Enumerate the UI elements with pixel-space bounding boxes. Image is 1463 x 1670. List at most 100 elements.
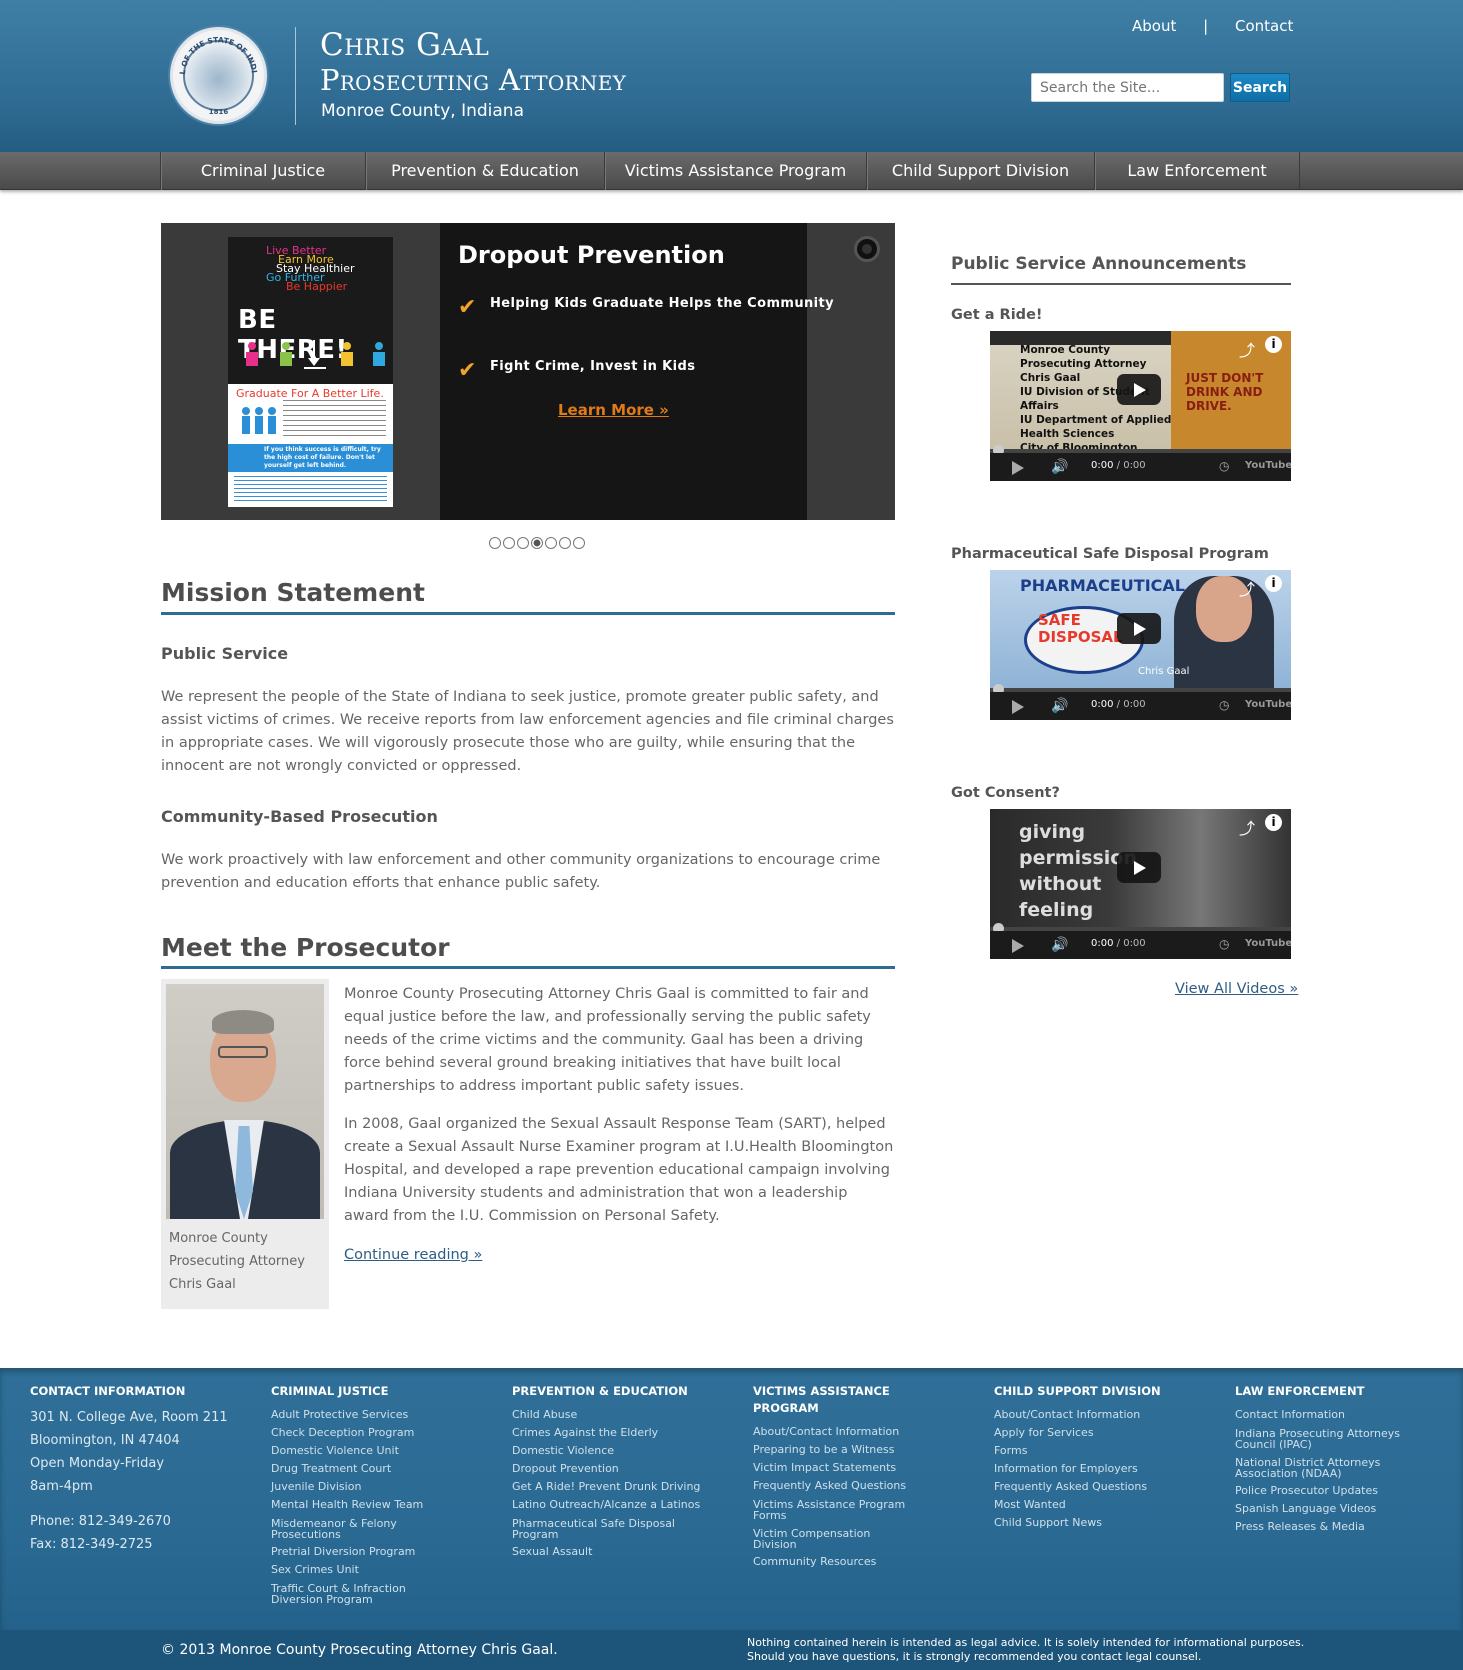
slider-dot[interactable] <box>503 537 515 549</box>
footer-link[interactable]: Latino Outreach/Alcanze a Latinos <box>512 1496 702 1514</box>
play-button-icon[interactable] <box>1117 374 1161 405</box>
play-button-icon[interactable] <box>1117 852 1161 883</box>
footer-column: Law Enforcement Contact Information Indian… <box>1235 1383 1415 1536</box>
footer-link[interactable]: Most Wanted <box>994 1496 1184 1514</box>
slider-dot[interactable] <box>545 537 557 549</box>
footer-link[interactable]: Domestic Violence <box>512 1442 702 1460</box>
slider-dot[interactable] <box>489 537 501 549</box>
footer-link[interactable]: Adult Protective Services <box>271 1406 461 1424</box>
footer-link[interactable]: Crimes Against the Elderly <box>512 1424 702 1442</box>
slider-dot[interactable] <box>573 537 585 549</box>
prosecutor-photo-caption: Monroe County Prosecuting Attorney Chris… <box>169 1231 305 1292</box>
footer-link[interactable]: Juvenile Division <box>271 1478 461 1496</box>
svg-text:1816: 1816 <box>209 108 229 116</box>
footer-link[interactable]: Get A Ride! Prevent Drunk Driving <box>512 1478 702 1496</box>
footer-link[interactable]: Spanish Language Videos <box>1235 1500 1415 1518</box>
nav-item-prevention-education[interactable]: Prevention & Education <box>366 152 605 190</box>
about-link[interactable]: About <box>1132 17 1176 35</box>
footer-link[interactable]: Forms <box>994 1442 1184 1460</box>
featured-slider: Live Better Earn More Stay Healthier Go … <box>161 223 895 520</box>
watch-later-icon[interactable]: ◷ <box>1219 698 1229 712</box>
slide-poster-image[interactable]: Live Better Earn More Stay Healthier Go … <box>228 237 393 507</box>
site-title-name[interactable]: Chris Gaal <box>320 28 489 62</box>
slider-pause-icon[interactable] <box>854 236 880 262</box>
video-player[interactable]: PHARMACEUTICAL SAFE DISPOSAL Chris Gaal … <box>990 570 1291 720</box>
search-input[interactable] <box>1031 73 1224 102</box>
footer-link[interactable]: Victim Impact Statements <box>753 1459 913 1477</box>
footer-link[interactable]: Apply for Services <box>994 1424 1184 1442</box>
contact-link[interactable]: Contact <box>1235 17 1293 35</box>
footer-link[interactable]: Frequently Asked Questions <box>753 1477 913 1495</box>
footer-link[interactable]: Police Prosecutor Updates <box>1235 1482 1415 1500</box>
info-icon[interactable]: i <box>1265 575 1282 592</box>
share-icon[interactable]: ⤴ <box>1239 815 1255 839</box>
watch-later-icon[interactable]: ◷ <box>1219 937 1229 951</box>
footer-link[interactable]: Mental Health Review Team <box>271 1496 461 1514</box>
volume-icon[interactable]: 🔊 <box>1051 459 1068 475</box>
nav-item-law-enforcement[interactable]: Law Enforcement <box>1095 152 1300 190</box>
footer-link[interactable]: Pharmaceutical Safe Disposal Program <box>512 1514 702 1543</box>
footer-column: Criminal Justice Adult Protective Service… <box>271 1383 461 1608</box>
youtube-logo[interactable]: YouTube <box>1245 460 1291 471</box>
footer-link[interactable]: Domestic Violence Unit <box>271 1442 461 1460</box>
footer-link[interactable]: Indiana Prosecuting Attorneys Council (I… <box>1235 1424 1415 1453</box>
state-seal-logo[interactable]: SEAL OF THE STATE OF INDIANA 1816 <box>170 27 267 124</box>
footer-link[interactable]: Child Abuse <box>512 1406 702 1424</box>
footer-link[interactable]: Misdemeanor & Felony Prosecutions <box>271 1514 461 1543</box>
youtube-logo[interactable]: YouTube <box>1245 938 1291 949</box>
control-play-icon[interactable] <box>1012 939 1024 953</box>
volume-icon[interactable]: 🔊 <box>1051 698 1068 714</box>
footer-bottom-bar: © 2013 Monroe County Prosecuting Attorne… <box>0 1630 1463 1670</box>
footer-link[interactable]: Information for Employers <box>994 1460 1184 1478</box>
nav-item-child-support[interactable]: Child Support Division <box>867 152 1095 190</box>
prosecutor-bio-2: In 2008, Gaal organized the Sexual Assau… <box>344 1116 894 1224</box>
video-player[interactable]: giving permission without feeling ⤴ i 🔊 … <box>990 809 1291 959</box>
site-title-office[interactable]: Prosecuting Attorney <box>320 63 626 97</box>
footer-link[interactable]: Victims Assistance Program Forms <box>753 1495 913 1524</box>
prosecutor-bio-1: Monroe County Prosecuting Attorney Chris… <box>344 986 871 1094</box>
footer-link[interactable]: About/Contact Information <box>994 1406 1184 1424</box>
slider-dot[interactable] <box>531 537 543 549</box>
footer-link[interactable]: Contact Information <box>1235 1406 1415 1424</box>
footer-hours: Open Monday-Friday 8am-4pm <box>30 1456 165 1494</box>
share-icon[interactable]: ⤴ <box>1239 337 1255 361</box>
poster-graduates-graphic <box>242 407 276 434</box>
footer-link[interactable]: Sex Crimes Unit <box>271 1561 461 1579</box>
footer-link[interactable]: Check Deception Program <box>271 1424 461 1442</box>
control-play-icon[interactable] <box>1012 461 1024 475</box>
search-button[interactable]: Search <box>1230 73 1290 102</box>
control-play-icon[interactable] <box>1012 700 1024 714</box>
checkmark-icon: ✔ <box>458 358 477 383</box>
learn-more-link[interactable]: Learn More » <box>558 401 669 419</box>
footer-column-heading: Prevention & Education <box>512 1384 688 1398</box>
nav-item-victims-assistance[interactable]: Victims Assistance Program <box>605 152 867 190</box>
footer-link[interactable]: Pretrial Diversion Program <box>271 1543 461 1561</box>
footer-link[interactable]: Victim Compensation Division <box>753 1524 913 1553</box>
video-player[interactable]: JUST DON'T DRINK AND DRIVE. Monroe Count… <box>990 331 1291 481</box>
nav-item-criminal-justice[interactable]: Criminal Justice <box>161 152 366 190</box>
volume-icon[interactable]: 🔊 <box>1051 937 1068 953</box>
view-all-videos-link[interactable]: View All Videos » <box>1175 981 1298 997</box>
footer-link[interactable]: Preparing to be a Witness <box>753 1441 913 1459</box>
footer-link[interactable]: Child Support News <box>994 1514 1184 1532</box>
youtube-logo[interactable]: YouTube <box>1245 699 1291 710</box>
footer-link[interactable]: Sexual Assault <box>512 1543 702 1561</box>
info-icon[interactable]: i <box>1265 814 1282 831</box>
footer-link[interactable]: Press Releases & Media <box>1235 1518 1415 1536</box>
continue-reading-link[interactable]: Continue reading » <box>344 1244 482 1267</box>
prosecutor-heading: Meet the Prosecutor <box>161 933 450 962</box>
slider-dot[interactable] <box>517 537 529 549</box>
footer-link[interactable]: Dropout Prevention <box>512 1460 702 1478</box>
footer-link[interactable]: National District Attorneys Association … <box>1235 1453 1415 1482</box>
slider-dot[interactable] <box>559 537 571 549</box>
watch-later-icon[interactable]: ◷ <box>1219 459 1229 473</box>
poster-slogan: Live Better Earn More Stay Healthier Go … <box>266 244 355 293</box>
footer-link[interactable]: Community Resources <box>753 1553 913 1571</box>
share-icon[interactable]: ⤴ <box>1239 576 1255 600</box>
play-button-icon[interactable] <box>1117 613 1161 644</box>
footer-link[interactable]: Traffic Court & Infraction Diversion Pro… <box>271 1579 461 1608</box>
info-icon[interactable]: i <box>1265 336 1282 353</box>
footer-link[interactable]: Frequently Asked Questions <box>994 1478 1184 1496</box>
footer-link[interactable]: About/Contact Information <box>753 1423 913 1441</box>
footer-link[interactable]: Drug Treatment Court <box>271 1460 461 1478</box>
